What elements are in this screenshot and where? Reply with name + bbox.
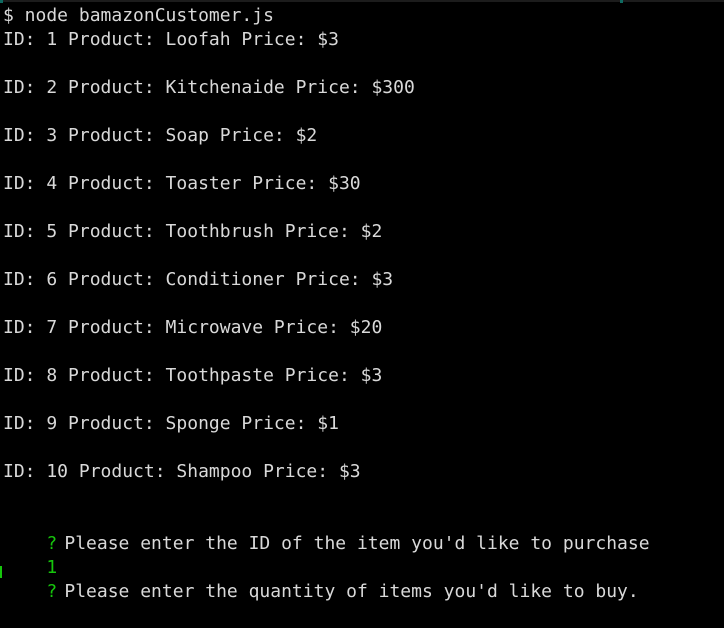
question-mark-icon: ?	[46, 581, 58, 602]
question-1-text: Please enter the ID of the item you'd li…	[64, 533, 650, 554]
command-line: $ node bamazonCustomer.js	[3, 5, 274, 26]
answer-1-line[interactable]: 1	[3, 532, 57, 578]
product-row-1: ID: 1 Product: Loofah Price: $3	[3, 29, 339, 50]
product-row-9: ID: 9 Product: Sponge Price: $1	[3, 413, 339, 434]
terminal-window[interactable]: $ node bamazonCustomer.js ID: 1 Product:…	[0, 0, 724, 602]
product-row-8: ID: 8 Product: Toothpaste Price: $3	[3, 365, 383, 386]
question-1-line: ? Please enter the ID of the item you'd l…	[3, 508, 649, 554]
question-2-line: ? Please enter the quantity of items you'…	[3, 556, 638, 602]
question-2-text: Please enter the quantity of items you'd…	[64, 581, 639, 602]
terminal-cursor	[0, 566, 2, 578]
top-left-accent	[0, 0, 3, 3]
product-row-10: ID: 10 Product: Shampoo Price: $3	[3, 461, 361, 482]
top-right-accent	[620, 0, 623, 3]
product-row-2: ID: 2 Product: Kitchenaide Price: $300	[3, 77, 415, 98]
product-row-7: ID: 7 Product: Microwave Price: $20	[3, 317, 383, 338]
product-row-5: ID: 5 Product: Toothbrush Price: $2	[3, 221, 383, 242]
product-row-4: ID: 4 Product: Toaster Price: $30	[3, 173, 361, 194]
product-row-6: ID: 6 Product: Conditioner Price: $3	[3, 269, 394, 290]
top-border	[0, 0, 724, 2]
product-row-3: ID: 3 Product: Soap Price: $2	[3, 125, 318, 146]
